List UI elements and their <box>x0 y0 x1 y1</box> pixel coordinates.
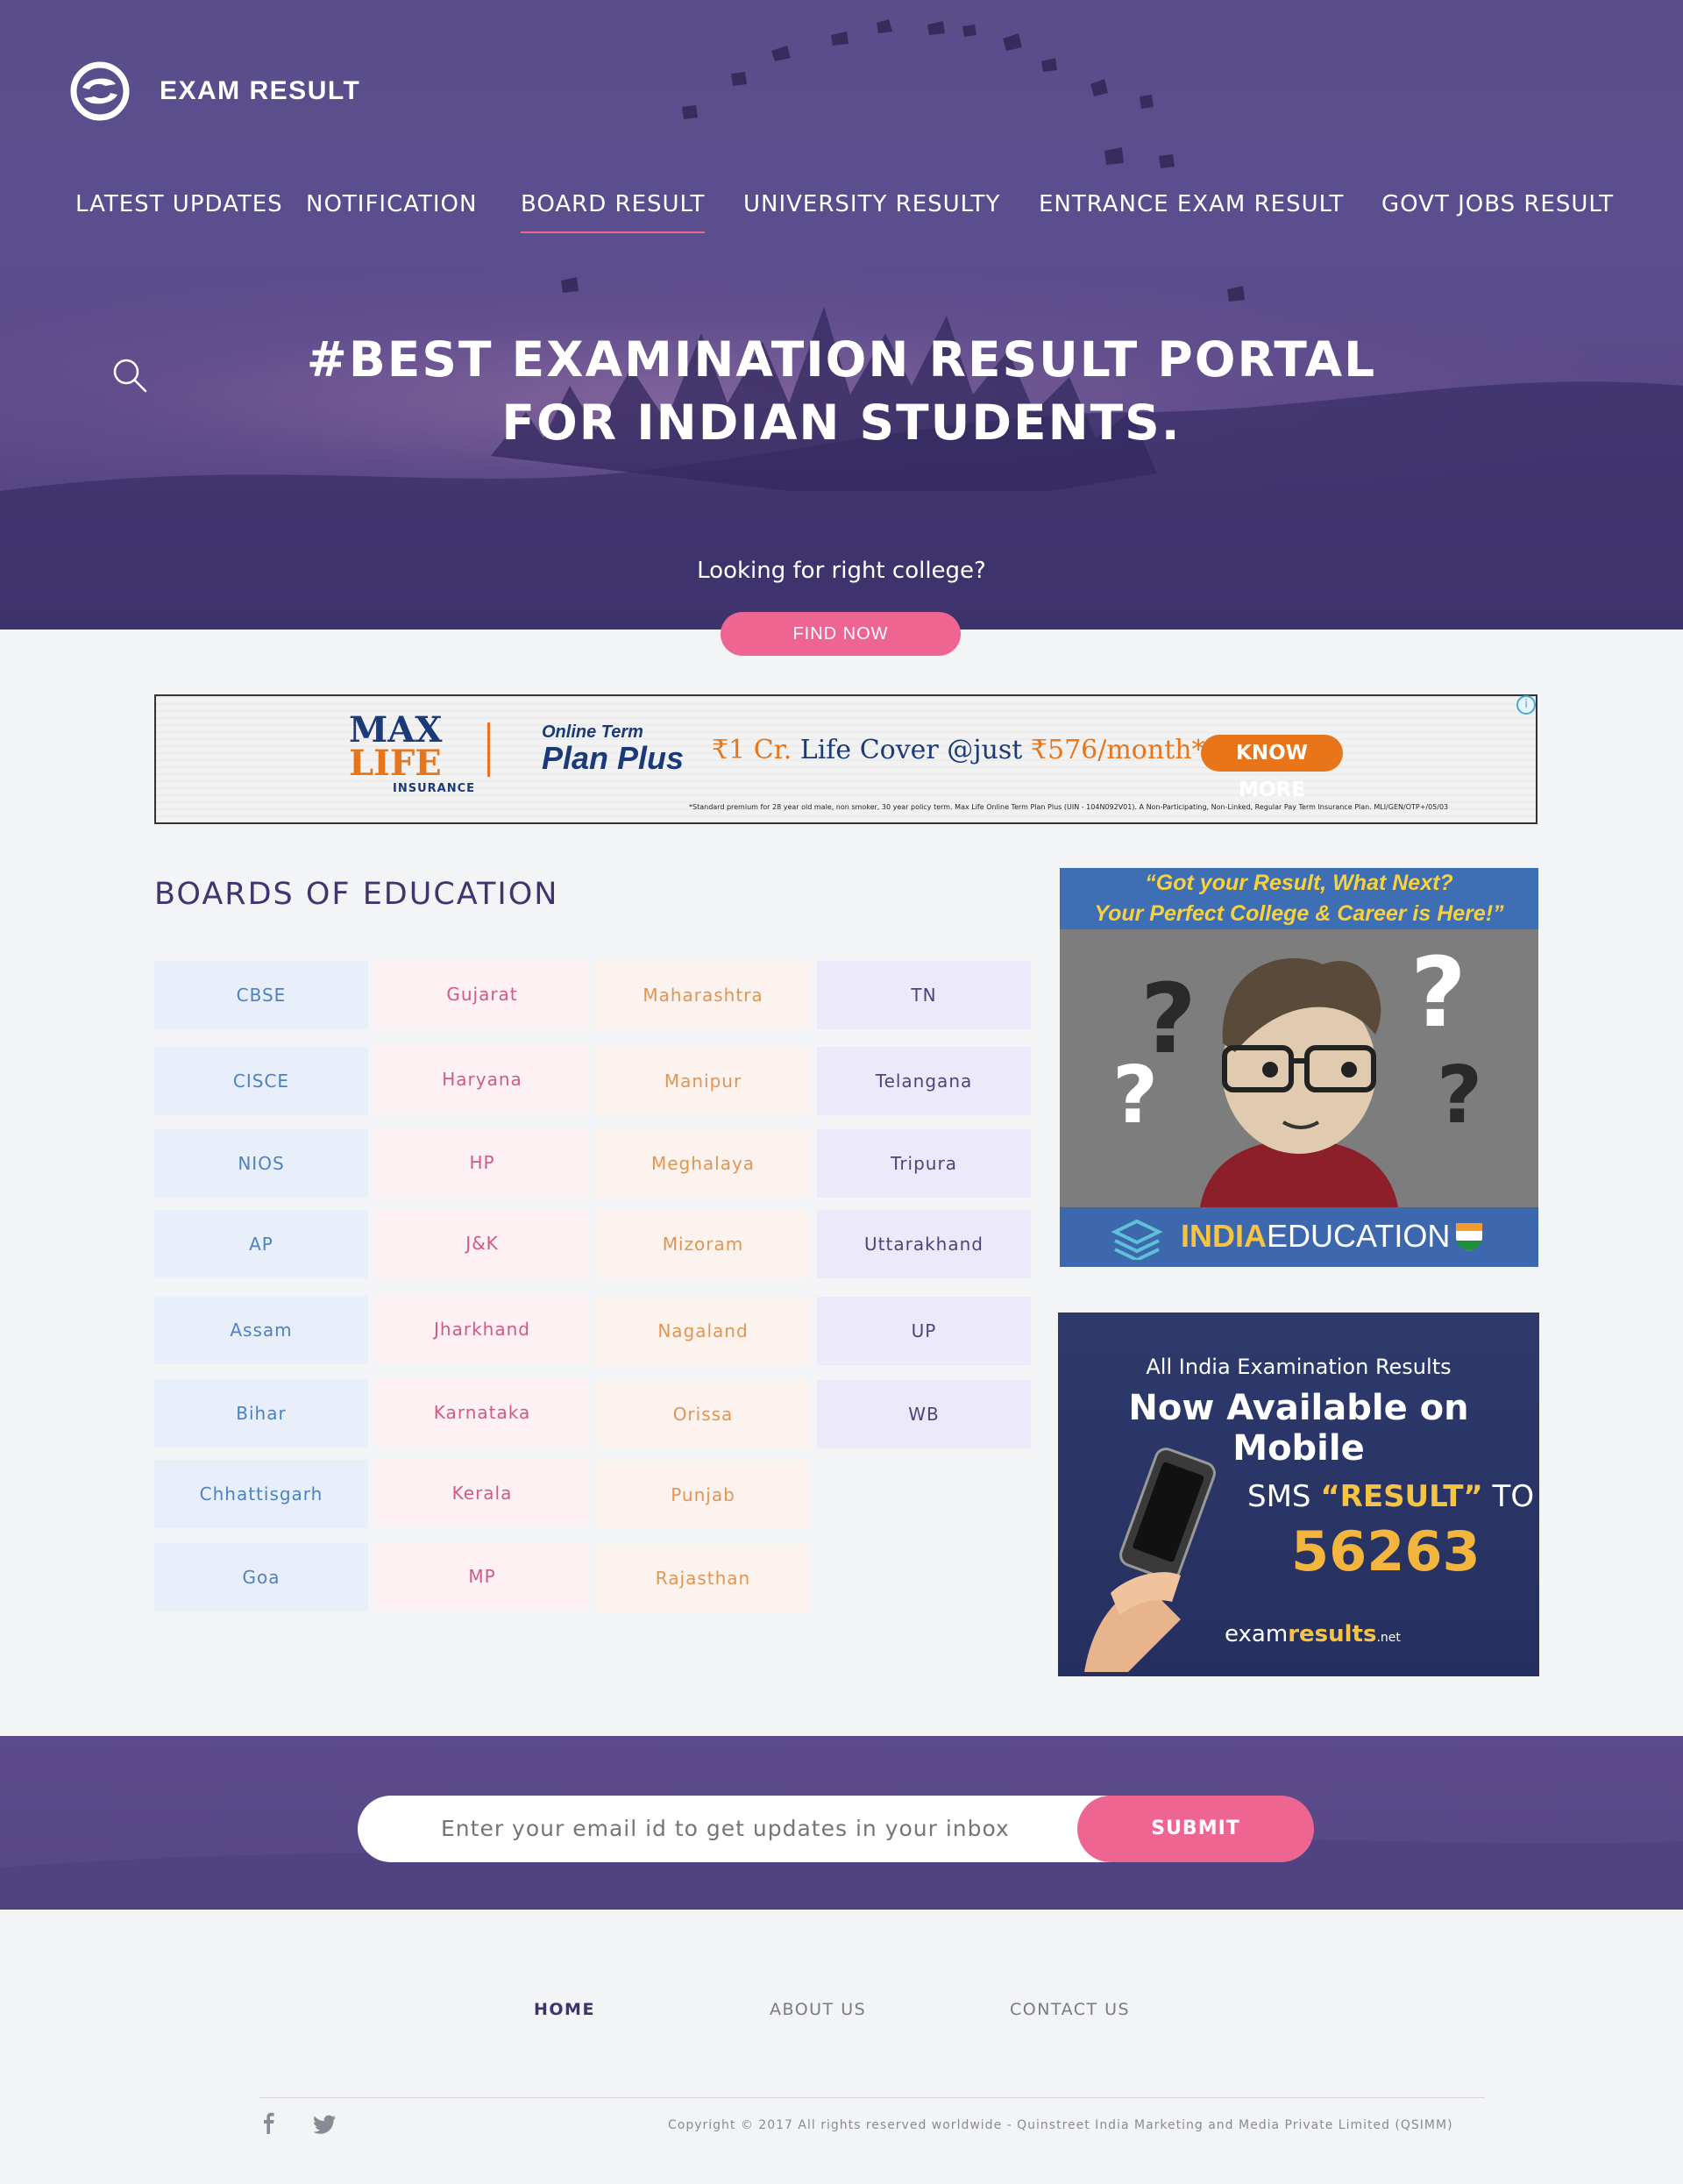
svg-text:?: ? <box>1112 1049 1158 1142</box>
board-link[interactable]: Telangana <box>817 1047 1031 1115</box>
svg-text:?: ? <box>1437 1049 1482 1142</box>
board-link[interactable]: Rajasthan <box>596 1544 810 1612</box>
boards-title: BOARDS OF EDUCATION <box>154 877 559 912</box>
ad-divider <box>487 722 490 777</box>
ad2-sms-keyword: “RESULT” <box>1320 1479 1483 1514</box>
board-link[interactable]: J&K <box>375 1209 589 1277</box>
board-link[interactable]: Haryana <box>375 1045 589 1113</box>
ad2-site-c: .net <box>1376 1631 1401 1645</box>
ad-info-icon[interactable]: i <box>1516 695 1536 715</box>
board-link[interactable]: Meghalaya <box>596 1129 810 1198</box>
ad1-brand-bar: INDIAEDUCATION <box>1060 1207 1538 1267</box>
ad2-line1: All India Examination Results <box>1146 1355 1452 1379</box>
ad2-site-a: exam <box>1225 1621 1289 1647</box>
find-now-button[interactable]: FIND NOW <box>721 612 961 656</box>
ad-fineprint: *Standard premium for 28 year old male, … <box>689 803 1449 811</box>
ad-offer-text: ₹1 Cr. Life Cover @just ₹576/month* <box>712 735 1205 765</box>
board-link[interactable]: Uttarakhand <box>817 1210 1031 1278</box>
board-link[interactable]: HP <box>375 1128 589 1197</box>
hero-subtext: Looking for right college? <box>697 558 986 584</box>
board-link[interactable]: Kerala <box>375 1459 589 1527</box>
ad2-sms-line: SMS “RESULT” TO <box>1247 1479 1534 1514</box>
svg-text:?: ? <box>1410 936 1466 1049</box>
india-flag-shield-icon <box>1456 1223 1482 1251</box>
ad1-headline: “Got your Result, What Next? Your Perfec… <box>1060 868 1538 929</box>
nav-notification[interactable]: NOTIFICATION <box>306 191 477 217</box>
nav-entrance-exam-result[interactable]: ENTRANCE EXAM RESULT <box>1039 191 1344 217</box>
ad-offer-price: ₹576/month* <box>1030 735 1205 765</box>
ad2-sms-number: 56263 <box>1291 1519 1481 1583</box>
footer-link-about[interactable]: ABOUT US <box>770 2000 866 2019</box>
ad1-brand-india: INDIA <box>1181 1218 1267 1254</box>
ad2-site-b: results <box>1288 1621 1377 1647</box>
copyright-text: Copyright © 2017 All rights reserved wor… <box>668 2118 1453 2132</box>
board-link[interactable]: MP <box>375 1542 589 1611</box>
board-link[interactable]: AP <box>154 1210 368 1278</box>
ad2-sms-c: TO <box>1482 1479 1535 1514</box>
board-link[interactable]: Karnataka <box>375 1378 589 1447</box>
board-link[interactable]: NIOS <box>154 1129 368 1198</box>
ad-brand-insurance: INSURANCE <box>393 782 476 795</box>
ad-brand-logo: MAX LIFE <box>349 713 442 784</box>
footer-link-contact[interactable]: CONTACT US <box>1010 2000 1130 2019</box>
footer-divider <box>259 2097 1485 2098</box>
nav-board-result[interactable]: BOARD RESULT <box>521 191 706 233</box>
board-link[interactable]: Gujarat <box>375 960 589 1028</box>
ad2-sms-a: SMS <box>1247 1479 1321 1514</box>
ad-product-top: Online Term <box>542 722 643 742</box>
hero-headline: #BEST EXAMINATION RESULT PORTAL FOR INDI… <box>0 328 1683 454</box>
board-link[interactable]: TN <box>817 961 1031 1029</box>
know-more-button[interactable]: KNOW MORE <box>1201 735 1343 801</box>
max-life-banner-ad[interactable]: MAX LIFE INSURANCE Online Term Plan Plus… <box>154 694 1537 824</box>
board-link[interactable]: CBSE <box>154 961 368 1029</box>
ad-product-bottom: Plan Plus <box>542 740 685 776</box>
hero-headline-line2: FOR INDIAN STUDENTS. <box>501 395 1182 451</box>
brand-name: EXAM RESULT <box>160 76 361 105</box>
footer-link-home[interactable]: HOME <box>534 2000 595 2019</box>
board-link[interactable]: Jharkhand <box>375 1295 589 1363</box>
ad1-line2: Your Perfect College & Career is Here!” <box>1094 901 1504 926</box>
ad-offer-mid: Life Cover @just <box>792 735 1031 765</box>
exam-result-logo-icon <box>70 61 130 121</box>
brand-logo[interactable]: EXAM RESULT <box>70 61 360 121</box>
board-link[interactable]: WB <box>817 1380 1031 1448</box>
nav-university-resulty[interactable]: UNIVERSITY RESULTY <box>743 191 1000 217</box>
ad-brand-life: LIFE <box>349 743 442 784</box>
twitter-icon[interactable] <box>314 2115 337 2134</box>
board-link[interactable]: Nagaland <box>596 1297 810 1365</box>
ad2-site: examresults.net <box>1225 1621 1401 1647</box>
ad1-brand-name: INDIAEDUCATION <box>1181 1218 1450 1255</box>
nav-govt-jobs-result[interactable]: GOVT JOBS RESULT <box>1381 191 1614 217</box>
sms-results-ad[interactable]: All India Examination Results Now Availa… <box>1058 1313 1539 1676</box>
ad-product-name: Online Term Plan Plus <box>542 722 684 775</box>
hero-headline-line1: #BEST EXAMINATION RESULT PORTAL <box>306 331 1377 388</box>
facebook-icon[interactable] <box>259 2111 277 2134</box>
board-link[interactable]: UP <box>817 1297 1031 1365</box>
india-education-ad[interactable]: “Got your Result, What Next? Your Perfec… <box>1060 868 1538 1267</box>
ad1-brand-education: EDUCATION <box>1267 1218 1451 1254</box>
board-link[interactable]: Tripura <box>817 1129 1031 1198</box>
confused-student-illustration: ? ? ? ? <box>1060 929 1538 1207</box>
board-link[interactable]: Mizoram <box>596 1210 810 1278</box>
nav-latest-updates[interactable]: LATEST UPDATES <box>75 191 283 217</box>
submit-button[interactable]: SUBMIT <box>1077 1796 1314 1862</box>
board-link[interactable]: Goa <box>154 1543 368 1611</box>
board-link[interactable]: Chhattisgarh <box>154 1460 368 1528</box>
board-link[interactable]: Manipur <box>596 1047 810 1115</box>
board-link[interactable]: Orissa <box>596 1380 810 1448</box>
hero-section: EXAM RESULT LATEST UPDATES NOTIFICATION … <box>0 0 1683 630</box>
books-stack-icon <box>1111 1219 1163 1260</box>
board-link[interactable]: Bihar <box>154 1379 368 1448</box>
board-link[interactable]: Maharashtra <box>596 961 810 1029</box>
board-link[interactable]: CISCE <box>154 1047 368 1115</box>
board-link[interactable]: Punjab <box>596 1461 810 1529</box>
ad-offer-amount: ₹1 Cr. <box>712 735 792 765</box>
main-nav: LATEST UPDATES NOTIFICATION BOARD RESULT… <box>0 191 1683 235</box>
board-link[interactable]: Assam <box>154 1296 368 1364</box>
ad1-line1: “Got your Result, What Next? <box>1145 871 1453 895</box>
